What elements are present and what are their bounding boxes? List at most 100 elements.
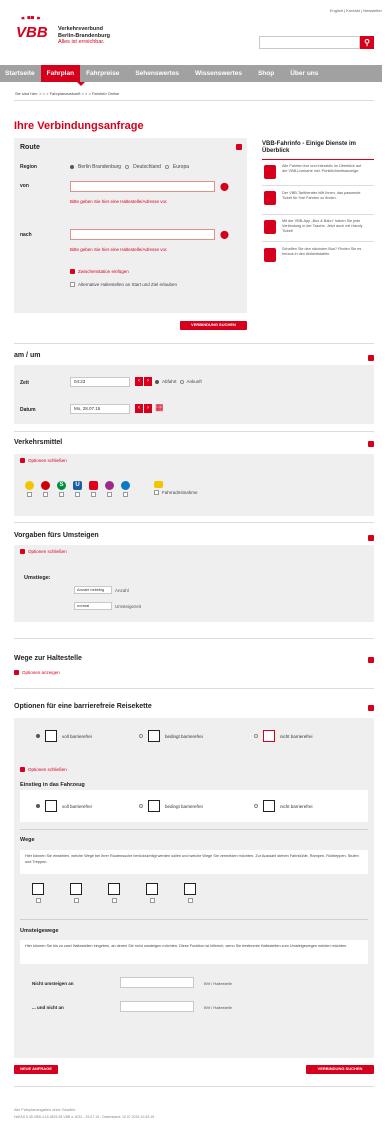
zeit-label: Zeit — [20, 380, 29, 386]
logo-tagline: Alles ist erreichbar. — [58, 39, 105, 45]
steps-checkbox[interactable] — [149, 898, 155, 903]
route-panel: Route Region Berlin Brandenburg Deutschl… — [14, 138, 247, 313]
stairs-checkbox[interactable] — [187, 898, 193, 903]
sidebar-item-livekarte[interactable]: Alle Fahrten live und interaktiv im Über… — [282, 164, 366, 174]
abfahrtstafel-icon[interactable] — [264, 248, 276, 262]
app-icon[interactable] — [264, 220, 276, 234]
radio-berlin-brandenburg[interactable] — [70, 165, 74, 169]
help-icon[interactable] — [368, 657, 374, 663]
sidebar-item-app[interactable]: Mit der VBB-App „Bus & Bahn" haben Sie j… — [282, 219, 366, 234]
einstieg-option-bedingt[interactable]: bedingt barrierefrei — [139, 800, 203, 812]
umstieg-toggle[interactable]: Optionen schließen — [20, 549, 67, 554]
radio-deutschland[interactable] — [125, 165, 130, 169]
wege-toggle[interactable]: Optionen anzeigen — [14, 670, 60, 675]
link-english[interactable]: English — [330, 8, 343, 13]
link-kontakt[interactable]: Kontakt — [346, 8, 360, 13]
zwischenstation-button[interactable]: Zwischenstation einfügen — [70, 269, 129, 274]
einstieg-heading: Einstieg in das Fahrzeug — [20, 782, 85, 788]
mode-2[interactable]: U — [72, 481, 83, 499]
radio-europa[interactable] — [164, 165, 169, 169]
verbindung-suchen-button-bottom[interactable]: VERBINDUNG SUCHEN — [306, 1065, 374, 1074]
nav-startseite[interactable]: Startseite — [0, 70, 41, 77]
prev-date-button[interactable]: ‹ — [135, 404, 143, 413]
radio-nicht-barrierefrei[interactable] — [254, 734, 258, 738]
help-icon[interactable] — [236, 144, 242, 150]
mode-checkbox-bus[interactable] — [107, 492, 112, 497]
nav-shop[interactable]: Shop — [254, 70, 286, 77]
site-search-button[interactable]: ⚲ — [360, 36, 374, 49]
barriere-panel: voll barrierefrei bedingt barrierefrei n… — [14, 718, 374, 1058]
link-newsletter[interactable]: Newsletter — [363, 8, 382, 13]
barriere-toggle[interactable]: Optionen schließen — [20, 767, 67, 772]
region-options: Berlin Brandenburg Deutschland Europa — [70, 164, 189, 170]
radio-bedingt-barrierefrei[interactable] — [139, 734, 143, 738]
mode-checkbox-tram[interactable] — [91, 492, 96, 497]
nav-sehenswertes[interactable]: Sehenswertes — [131, 70, 191, 77]
mode-checkbox-all[interactable] — [27, 492, 32, 497]
mode-all[interactable] — [24, 481, 35, 499]
help-icon[interactable] — [368, 355, 374, 361]
neue-anfrage-button[interactable]: NEUE ANFRAGE — [14, 1065, 58, 1074]
top-links: English | Kontakt | Newsletter — [329, 8, 382, 13]
next-time-button[interactable]: › — [144, 377, 152, 386]
radio-abfahrt[interactable] — [155, 379, 159, 384]
radio-einstieg-voll[interactable] — [36, 804, 40, 808]
alternative-checkbox[interactable] — [70, 282, 75, 287]
fahrrad-checkbox[interactable] — [154, 490, 159, 495]
verbindung-suchen-button-top[interactable]: VERBINDUNG SUCHEN — [180, 321, 247, 330]
nav-fahrplan[interactable]: Fahrplan — [40, 65, 81, 82]
barriere-option-voll[interactable]: voll barrierefrei — [36, 730, 92, 742]
logo[interactable]: VBB Verkehrsverbund Berlin-Brandenburg A… — [14, 16, 124, 48]
calendar-icon[interactable]: ▦ — [155, 402, 164, 413]
nach-location-icon[interactable]: ⬤ — [220, 230, 229, 239]
mode-checkbox-sbahn[interactable] — [59, 492, 64, 497]
von-location-icon[interactable]: ⬤ — [220, 182, 229, 191]
help-icon[interactable] — [368, 441, 374, 447]
mode-bike[interactable]: Fahrradmitnahme — [154, 481, 198, 499]
mode-1[interactable]: S — [56, 481, 67, 499]
mode-checkbox-ubahn[interactable] — [75, 492, 80, 497]
von-input[interactable] — [70, 181, 215, 192]
umsteigezeit-select[interactable]: normal — [74, 602, 112, 610]
nav-fahrpreise[interactable]: Fahrpreise — [80, 70, 131, 77]
nav-wissenswertes[interactable]: Wissenswertes — [191, 70, 254, 77]
radio-einstieg-bedingt[interactable] — [139, 804, 143, 808]
elevator-checkbox[interactable] — [35, 898, 41, 903]
verkehrsmittel-toggle[interactable]: Optionen schließen — [20, 458, 67, 463]
sidebar-item-abfahrt[interactable]: Schaffen Sie den nächsten Bus? Finden Si… — [282, 247, 366, 257]
radio-voll-barrierefrei[interactable] — [36, 734, 40, 738]
radio-ankunft[interactable] — [179, 379, 184, 384]
zeit-input[interactable]: 04:23 — [70, 377, 130, 387]
mode-3[interactable] — [88, 481, 99, 499]
livekarte-icon[interactable] — [264, 165, 276, 179]
mode-5[interactable] — [120, 481, 131, 499]
ferry-icon — [121, 481, 130, 490]
mode-4[interactable] — [104, 481, 115, 499]
prev-time-button[interactable]: ‹ — [135, 377, 143, 386]
main-nav: Startseite Fahrplan Fahrpreise Sehenswer… — [0, 65, 382, 82]
escalator-checkbox[interactable] — [111, 898, 117, 903]
nicht-umsteigen-input-2[interactable] — [120, 1001, 194, 1012]
barriere-option-nicht[interactable]: nicht barrierefrei — [254, 730, 313, 742]
next-date-button[interactable]: › — [144, 404, 152, 413]
sidebar-item-tarifberater[interactable]: Der VBB-Tarifberater hilft Ihnen, das pa… — [282, 191, 366, 201]
nach-input[interactable] — [70, 229, 215, 240]
anzahl-select[interactable]: Anzahl beliebig — [74, 586, 112, 594]
radio-einstieg-nicht[interactable] — [254, 804, 258, 808]
datum-input[interactable]: Mo, 28.07.15 — [70, 404, 130, 414]
tarifberater-icon[interactable] — [264, 191, 276, 205]
einstieg-option-nicht[interactable]: nicht barrierefrei — [254, 800, 313, 812]
alternative-checkbox-row[interactable]: Alternative Haltestellen an Start und Zi… — [70, 282, 177, 287]
nicht-umsteigen-input-1[interactable] — [120, 977, 194, 988]
mode-checkbox-regional[interactable] — [43, 492, 48, 497]
help-icon[interactable] — [368, 705, 374, 711]
barriere-option-bedingt[interactable]: bedingt barrierefrei — [139, 730, 203, 742]
all-modes-icon — [25, 481, 34, 490]
ramp-checkbox[interactable] — [73, 898, 79, 903]
help-icon[interactable] — [368, 535, 374, 541]
nav-ueber-uns[interactable]: Über uns — [286, 70, 322, 77]
einstieg-option-voll[interactable]: voll barrierefrei — [36, 800, 92, 812]
site-search-input[interactable] — [259, 36, 360, 49]
mode-checkbox-ferry[interactable] — [123, 492, 128, 497]
mode-0[interactable] — [40, 481, 51, 499]
